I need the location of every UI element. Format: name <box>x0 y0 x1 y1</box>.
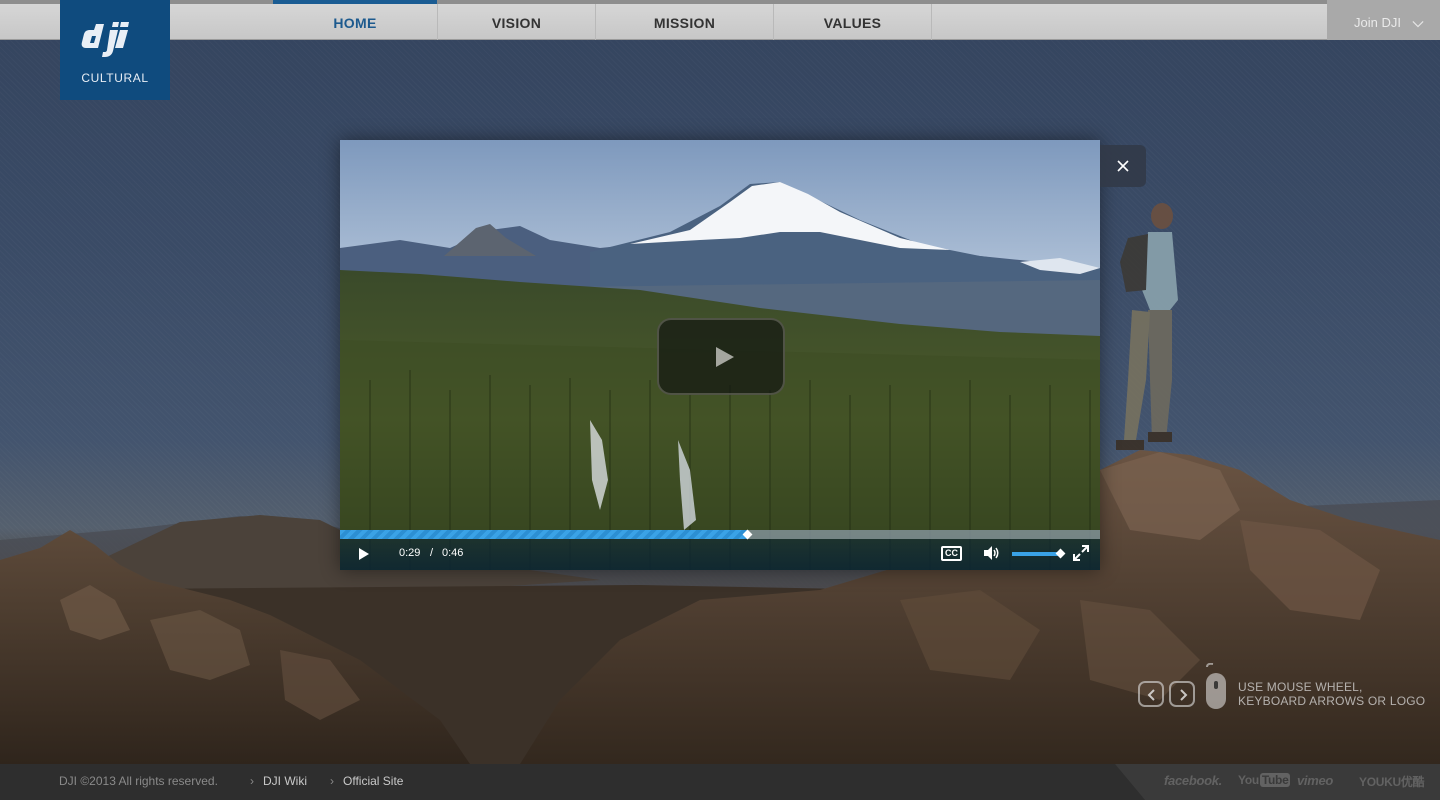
chevron-down-icon <box>1412 21 1424 28</box>
duration: 0:46 <box>442 547 464 559</box>
close-video-button[interactable] <box>1100 145 1146 187</box>
next-arrow-button[interactable] <box>1169 681 1195 707</box>
fullscreen-icon[interactable] <box>1073 545 1089 561</box>
join-dji-label: Join DJI <box>1354 15 1401 30</box>
dji-wiki-link[interactable]: › DJI Wiki <box>250 774 307 788</box>
dji-cultural-logo[interactable]: dji CULTURAL <box>60 0 170 100</box>
nav-item-home[interactable]: HOME <box>273 0 438 40</box>
video-player[interactable]: 0:29 / 0:46 CC <box>340 140 1100 570</box>
dji-logo-icon: dji <box>81 22 129 57</box>
close-icon <box>1117 160 1129 172</box>
vimeo-link[interactable]: vimeo <box>1297 773 1333 788</box>
video-progress-fill <box>340 530 748 539</box>
current-time: 0:29 <box>399 547 421 559</box>
chevron-right-icon: › <box>250 774 254 788</box>
youku-link[interactable]: YOUKU优酷 <box>1359 773 1425 790</box>
navigation-hint: USE MOUSE WHEEL, KEYBOARD ARROWS OR LOGO <box>1238 680 1438 708</box>
official-site-link[interactable]: › Official Site <box>330 774 403 788</box>
chevron-right-icon: › <box>330 774 334 788</box>
top-navigation-bar: HOME VISION MISSION VALUES Join DJI <box>0 0 1440 40</box>
copyright-text: DJI ©2013 All rights reserved. <box>59 774 218 788</box>
hint-line-1: USE MOUSE WHEEL, <box>1238 680 1363 694</box>
video-controls: 0:29 / 0:46 CC <box>340 529 1100 570</box>
closed-captions-button[interactable]: CC <box>941 546 962 561</box>
mouse-wheel-icon <box>1206 663 1226 709</box>
time-separator: / <box>430 547 434 559</box>
chevron-right-icon <box>1180 689 1188 701</box>
nav-item-values[interactable]: VALUES <box>774 4 932 40</box>
logo-subtitle: CULTURAL <box>81 71 149 85</box>
big-play-icon <box>716 347 734 367</box>
join-dji-button[interactable]: Join DJI <box>1327 0 1440 40</box>
volume-handle[interactable] <box>1055 548 1066 559</box>
volume-fill <box>1012 552 1060 556</box>
main-nav: HOME VISION MISSION VALUES <box>273 0 932 40</box>
youtube-link[interactable]: You Tube <box>1238 773 1291 787</box>
volume-slider[interactable] <box>1012 548 1066 559</box>
nav-item-mission[interactable]: MISSION <box>596 4 774 40</box>
hiker-figure <box>1116 203 1178 450</box>
video-progress-bar[interactable] <box>340 529 1100 540</box>
facebook-link[interactable]: facebook. <box>1164 773 1222 788</box>
prev-arrow-button[interactable] <box>1138 681 1164 707</box>
play-icon[interactable] <box>359 548 369 560</box>
big-play-button[interactable] <box>657 318 785 395</box>
chevron-left-icon <box>1147 689 1155 701</box>
nav-item-vision[interactable]: VISION <box>438 4 596 40</box>
volume-icon[interactable] <box>983 545 1001 561</box>
hint-line-2: KEYBOARD ARROWS OR LOGO <box>1238 694 1426 708</box>
